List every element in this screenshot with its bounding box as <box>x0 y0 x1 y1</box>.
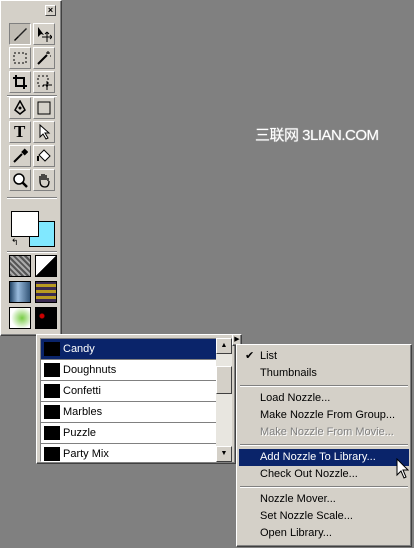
nozzle-preview-tile[interactable] <box>35 255 57 277</box>
menu-item-list[interactable]: ✔ List <box>239 348 409 365</box>
nozzle-list-panel: Candy Doughnuts Confetti Marbles Puzzle Party… <box>36 334 236 465</box>
nozzle-label: Marbles <box>63 406 103 418</box>
transform-tool[interactable] <box>33 71 55 93</box>
crop-tool[interactable] <box>9 71 31 93</box>
marquee-icon <box>13 52 27 64</box>
move-icon <box>38 27 52 42</box>
nozzle-list-item[interactable]: Puzzle <box>41 423 217 444</box>
marquee-tool[interactable] <box>9 47 31 69</box>
nozzle-list-item[interactable]: Party Mix <box>41 444 217 465</box>
hand-icon <box>39 174 50 188</box>
watermark-text: 三联网 3LIAN.COM <box>255 127 379 144</box>
nozzle-thumbnail <box>44 426 60 440</box>
menu-item-label: Load Nozzle... <box>260 392 331 404</box>
menu-item-label: Make Nozzle From Movie... <box>260 426 394 438</box>
menu-item-label: Set Nozzle Scale... <box>260 510 353 522</box>
arrow-icon <box>39 124 51 140</box>
foreground-color-swatch[interactable] <box>11 211 39 237</box>
toolbox-title-bar[interactable]: × <box>3 3 59 16</box>
nozzle-list-scrollbar[interactable]: ▲ ▼ <box>216 338 232 462</box>
text-tool[interactable]: T <box>9 121 31 143</box>
magic-wand-icon <box>37 51 51 65</box>
nozzle-list-item[interactable]: Marbles <box>41 402 217 423</box>
menu-item-label: Thumbnails <box>260 367 317 379</box>
menu-item-label: Check Out Nozzle... <box>260 468 358 480</box>
brush-icon <box>14 28 27 41</box>
pen-icon <box>14 100 26 115</box>
nozzle-thumbnail <box>44 363 60 377</box>
menu-item-make-nozzle-from-group[interactable]: Make Nozzle From Group... <box>239 407 409 424</box>
mouse-cursor-icon <box>396 458 410 479</box>
nozzle-list-item[interactable]: Confetti <box>41 381 217 402</box>
magic-wand-tool[interactable] <box>33 47 55 69</box>
eyedropper-icon <box>13 148 28 163</box>
eyedropper-tool[interactable] <box>9 145 31 167</box>
menu-item-load-nozzle[interactable]: Load Nozzle... <box>239 390 409 407</box>
nozzle-preview-tile[interactable] <box>9 281 31 303</box>
menu-separator <box>240 444 408 446</box>
paint-bucket-tool[interactable] <box>33 145 55 167</box>
rectangle-tool[interactable] <box>33 97 55 119</box>
nozzle-preview-tile[interactable] <box>35 307 57 329</box>
menu-item-label: Add Nozzle To Library... <box>260 451 376 463</box>
color-swatches: ↰ <box>9 207 57 249</box>
nozzle-list[interactable]: Candy Doughnuts Confetti Marbles Puzzle Party… <box>40 338 218 465</box>
pen-tool[interactable] <box>9 97 31 119</box>
nozzle-thumbnail <box>44 342 60 356</box>
close-icon[interactable]: × <box>45 5 56 16</box>
zoom-tool[interactable] <box>9 169 31 191</box>
menu-item-nozzle-mover[interactable]: Nozzle Mover... <box>239 491 409 508</box>
menu-item-label: Open Library... <box>260 527 332 539</box>
nozzle-label: Candy <box>63 343 95 355</box>
scroll-down-icon[interactable]: ▼ <box>216 446 232 462</box>
menu-item-label: Nozzle Mover... <box>260 493 336 505</box>
menu-item-open-library[interactable]: Open Library... <box>239 525 409 542</box>
menu-item-label: List <box>260 350 278 362</box>
nozzle-list-item[interactable]: Doughnuts <box>41 360 217 381</box>
nozzle-label: Doughnuts <box>63 364 117 376</box>
menu-separator <box>240 486 408 488</box>
toolbox-palette: × T ↰ <box>0 0 62 336</box>
menu-item-make-nozzle-from-movie[interactable]: Make Nozzle From Movie... <box>239 424 409 441</box>
menu-item-label: Make Nozzle From Group... <box>260 409 396 421</box>
magnifier-icon <box>13 173 28 188</box>
hand-tool[interactable] <box>33 169 55 191</box>
arrow-tool[interactable] <box>33 121 55 143</box>
menu-separator <box>240 385 408 387</box>
menu-item-add-nozzle-to-library[interactable]: Add Nozzle To Library... <box>239 449 409 466</box>
menu-item-thumbnails[interactable]: Thumbnails <box>239 365 409 382</box>
nozzle-label: Puzzle <box>63 427 97 439</box>
text-icon: T <box>14 122 26 141</box>
nozzle-thumbnail <box>44 384 60 398</box>
toolbox-divider <box>7 251 57 253</box>
nozzle-thumbnail <box>44 405 60 419</box>
nozzle-preview-tile[interactable] <box>9 255 31 277</box>
crop-icon <box>13 75 27 89</box>
nozzle-list-item[interactable]: Candy <box>41 339 217 360</box>
nozzle-label: Party Mix <box>63 448 109 460</box>
move-tool[interactable] <box>33 23 55 45</box>
rectangle-icon <box>37 101 51 115</box>
scrollbar-thumb[interactable] <box>216 366 232 394</box>
checkmark-icon: ✔ <box>245 350 255 362</box>
nozzle-label: Confetti <box>63 385 101 397</box>
menu-item-set-nozzle-scale[interactable]: Set Nozzle Scale... <box>239 508 409 525</box>
paint-brush-tool[interactable] <box>9 23 31 45</box>
scroll-up-icon[interactable]: ▲ <box>216 338 232 354</box>
toolbox-divider <box>7 197 57 199</box>
nozzle-preview-tile[interactable] <box>9 307 31 329</box>
nozzle-context-menu: ✔ List Thumbnails Load Nozzle... Make Nozzle… <box>236 344 412 547</box>
menu-item-check-out-nozzle[interactable]: Check Out Nozzle... <box>239 466 409 483</box>
paint-bucket-icon <box>37 149 51 162</box>
nozzle-thumbnail <box>44 447 60 461</box>
swap-colors-icon[interactable]: ↰ <box>11 237 19 248</box>
nozzle-preview-tile[interactable] <box>35 281 57 303</box>
transform-icon <box>37 75 52 90</box>
